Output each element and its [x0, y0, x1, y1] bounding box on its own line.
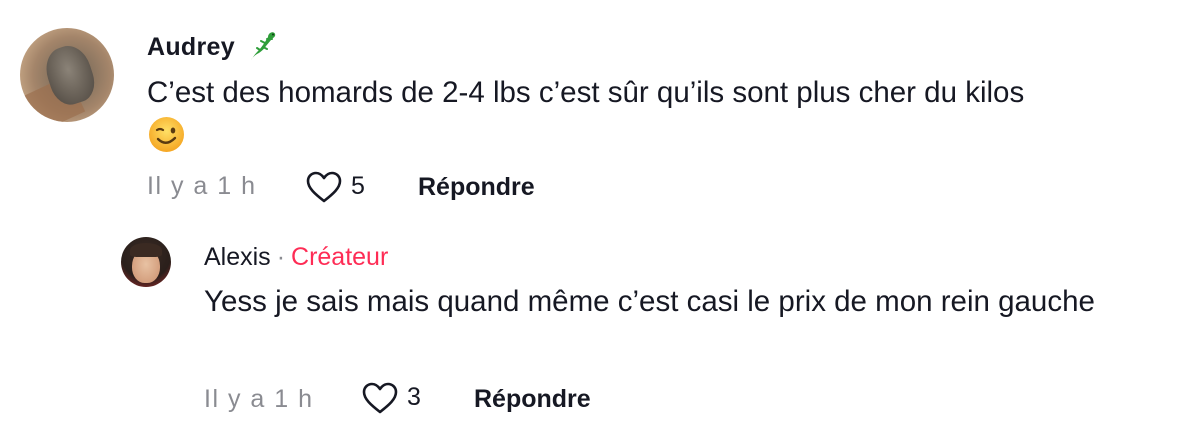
lizard-icon: [251, 32, 276, 60]
winking-face-icon: [149, 117, 184, 152]
comment-author-line: Alexis · Créateur: [204, 243, 388, 272]
avatar[interactable]: [20, 28, 114, 122]
avatar[interactable]: [121, 237, 171, 287]
reply-comment-item: Alexis · Créateur Yess je sais mais quand …: [0, 215, 1178, 422]
comment-item: Audrey C’est des homards de 2-4 lbs c’es…: [0, 0, 1178, 215]
author-separator: ·: [276, 243, 286, 271]
comment-text: C’est des homards de 2-4 lbs c’est sûr q…: [147, 76, 1025, 109]
comment-author-name[interactable]: Audrey: [147, 33, 235, 62]
comment-text: Yess je sais mais quand même c’est casi …: [204, 285, 1095, 318]
reply-button[interactable]: Répondre: [474, 385, 591, 414]
heart-icon[interactable]: [305, 170, 343, 204]
comment-timestamp: Il y a 1 h: [147, 172, 257, 200]
like-count: 5: [351, 172, 365, 200]
comment-timestamp: Il y a 1 h: [204, 385, 314, 413]
like-count: 3: [407, 383, 421, 411]
heart-icon[interactable]: [361, 381, 399, 415]
reply-button[interactable]: Répondre: [418, 173, 535, 202]
avatar-hair-image: [130, 243, 162, 257]
creator-badge: Créateur: [291, 243, 389, 271]
comment-author-name[interactable]: Alexis: [204, 243, 271, 271]
